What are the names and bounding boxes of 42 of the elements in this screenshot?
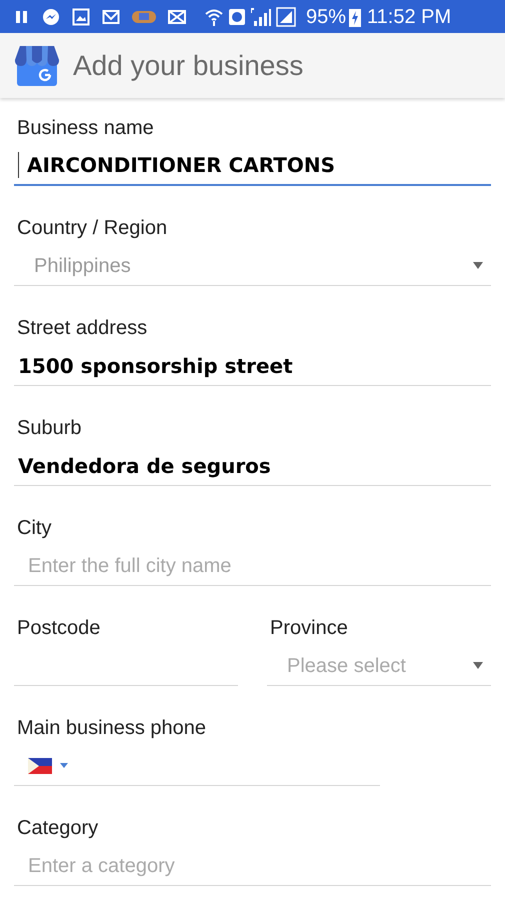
field-label: Main business phone [16, 716, 208, 740]
image-icon [72, 8, 90, 26]
envelope-icon [168, 10, 186, 24]
flag-icon [28, 758, 52, 774]
dropdown-arrow-icon [473, 262, 483, 269]
field-value: 1500 sponsorship street [18, 352, 293, 380]
dropdown-field[interactable]: Please select [267, 646, 491, 686]
field-label: Postcode [16, 616, 102, 640]
placeholder-text: Enter a category [28, 854, 175, 878]
battery-percentage: 95% [306, 4, 346, 30]
dropdown-field[interactable]: Philippines [14, 246, 491, 286]
caret-icon [60, 763, 68, 768]
field-value: Vendedora de seguros [18, 452, 271, 480]
chat-bubble-icon [42, 8, 60, 26]
wifi-icon [204, 6, 224, 26]
field-label: Suburb [16, 416, 82, 440]
game-console-icon [132, 10, 156, 24]
input-field[interactable]: 1500 sponsorship street [14, 346, 491, 386]
input-field[interactable]: Enter a category [14, 846, 491, 886]
app-bar-title: Add your business [73, 48, 304, 83]
clock-time: 11:52 PM [367, 4, 452, 30]
storefront-icon [14, 44, 60, 86]
field-label: City [16, 516, 52, 540]
pause-icon [14, 8, 30, 24]
selected-value: Philippines [34, 254, 131, 278]
dropdown-arrow-icon [473, 662, 483, 669]
input-field[interactable]: AIRCONDITIONER CARTONS [14, 146, 491, 186]
signal-icon [276, 6, 296, 26]
battery-charging-icon [349, 6, 362, 26]
placeholder-text: Please select [287, 654, 406, 678]
signal-icon [250, 6, 272, 26]
mail-icon [102, 8, 120, 24]
placeholder-text: Enter the full city name [28, 554, 232, 578]
input-field[interactable]: Enter the full city name [14, 546, 491, 586]
field-label: Category [16, 816, 100, 840]
text-cursor [18, 152, 19, 178]
field-label: Street address [16, 316, 148, 340]
field-label: Country / Region [16, 216, 168, 240]
input-field[interactable]: Vendedora de seguros [14, 446, 491, 486]
field-label: Business name [16, 116, 155, 140]
field-value: AIRCONDITIONER CARTONS [27, 152, 336, 179]
field-label: Province [269, 616, 349, 640]
